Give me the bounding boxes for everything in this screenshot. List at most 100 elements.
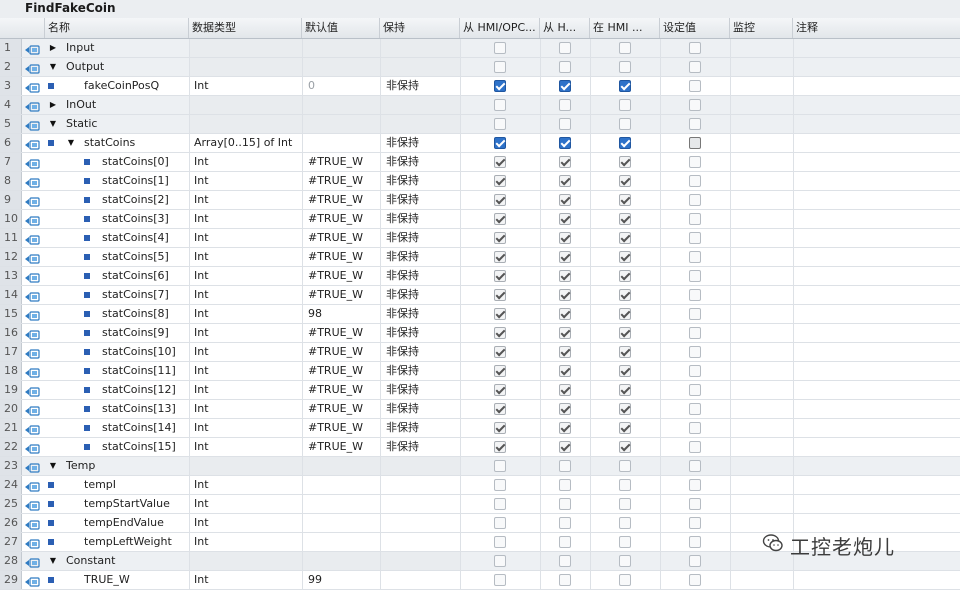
data-type-cell[interactable] [189,96,302,114]
variable-name[interactable]: Static [66,115,189,133]
default-value-cell[interactable] [302,96,380,114]
retain-cell[interactable] [380,115,460,133]
table-row[interactable]: 19 statCoins[12] Int #TRUE_W 非保持 [0,381,960,400]
in-hmi-checkbox[interactable] [619,251,631,263]
setpoint-checkbox[interactable] [689,327,701,339]
in-hmi-checkbox[interactable] [619,498,631,510]
from-h-checkbox[interactable] [559,403,571,415]
setpoint-checkbox[interactable] [689,42,701,54]
table-row[interactable]: 23 ▼ Temp [0,457,960,476]
data-type-cell[interactable]: Int [189,362,302,380]
setpoint-checkbox[interactable] [689,232,701,244]
default-value-cell[interactable]: #TRUE_W [302,210,380,228]
in-hmi-checkbox[interactable] [619,42,631,54]
comment-cell[interactable] [793,58,960,76]
setpoint-checkbox[interactable] [689,517,701,529]
retain-cell[interactable]: 非保持 [380,153,460,171]
variable-name[interactable]: statCoins[6] [102,267,189,285]
retain-cell[interactable]: 非保持 [380,400,460,418]
retain-cell[interactable]: 非保持 [380,324,460,342]
in-hmi-checkbox[interactable] [619,99,631,111]
variable-name[interactable]: tempEndValue [84,514,189,532]
retain-cell[interactable] [380,457,460,475]
hmi-opc-checkbox[interactable] [494,403,506,415]
from-h-checkbox[interactable] [559,175,571,187]
variable-name[interactable]: Output [66,58,189,76]
header-hmi-opc[interactable]: 从 HMI/OPC... [460,18,540,38]
header-monitor[interactable]: 监控 [730,18,793,38]
data-type-cell[interactable]: Int [189,400,302,418]
setpoint-checkbox[interactable] [689,346,701,358]
comment-cell[interactable] [793,400,960,418]
data-type-cell[interactable]: Int [189,153,302,171]
variable-name[interactable]: statCoins[1] [102,172,189,190]
chevron-down-icon[interactable]: ▼ [48,58,58,76]
hmi-opc-checkbox[interactable] [494,422,506,434]
comment-cell[interactable] [793,419,960,437]
table-row[interactable]: 1 ▶ Input [0,39,960,58]
setpoint-checkbox[interactable] [689,137,701,149]
variable-name[interactable]: statCoins[10] [102,343,189,361]
comment-cell[interactable] [793,248,960,266]
hmi-opc-checkbox[interactable] [494,175,506,187]
setpoint-checkbox[interactable] [689,194,701,206]
default-value-cell[interactable]: 98 [302,305,380,323]
header-comment[interactable]: 注释 [793,18,960,38]
retain-cell[interactable]: 非保持 [380,419,460,437]
variable-name[interactable]: statCoins[8] [102,305,189,323]
default-value-cell[interactable]: #TRUE_W [302,286,380,304]
hmi-opc-checkbox[interactable] [494,251,506,263]
setpoint-checkbox[interactable] [689,175,701,187]
table-row[interactable]: 5 ▼ Static [0,115,960,134]
table-row[interactable]: 11 statCoins[4] Int #TRUE_W 非保持 [0,229,960,248]
from-h-checkbox[interactable] [559,384,571,396]
hmi-opc-checkbox[interactable] [494,574,506,586]
setpoint-checkbox[interactable] [689,574,701,586]
variable-name[interactable]: statCoins[7] [102,286,189,304]
table-row[interactable]: 29 TRUE_W Int 99 [0,571,960,590]
retain-cell[interactable] [380,514,460,532]
in-hmi-checkbox[interactable] [619,61,631,73]
data-type-cell[interactable]: Int [189,419,302,437]
default-value-cell[interactable] [302,115,380,133]
data-type-cell[interactable]: Int [189,191,302,209]
setpoint-checkbox[interactable] [689,536,701,548]
comment-cell[interactable] [793,39,960,57]
default-value-cell[interactable]: #TRUE_W [302,438,380,456]
from-h-checkbox[interactable] [559,251,571,263]
retain-cell[interactable]: 非保持 [380,286,460,304]
header-setpoint[interactable]: 设定值 [660,18,730,38]
variable-name[interactable]: tempStartValue [84,495,189,513]
retain-cell[interactable]: 非保持 [380,362,460,380]
setpoint-checkbox[interactable] [689,365,701,377]
data-type-cell[interactable] [189,115,302,133]
variable-name[interactable]: statCoins[15] [102,438,189,456]
in-hmi-checkbox[interactable] [619,118,631,130]
in-hmi-checkbox[interactable] [619,365,631,377]
retain-cell[interactable]: 非保持 [380,172,460,190]
setpoint-checkbox[interactable] [689,99,701,111]
data-type-cell[interactable]: ≡ [189,552,302,570]
default-value-cell[interactable]: #TRUE_W [302,229,380,247]
comment-cell[interactable] [793,305,960,323]
table-row[interactable]: 13 statCoins[6] Int #TRUE_W 非保持 [0,267,960,286]
default-value-cell[interactable]: 0 [302,77,380,95]
from-h-checkbox[interactable] [559,118,571,130]
data-type-cell[interactable]: Int [189,267,302,285]
default-value-cell[interactable] [302,39,380,57]
default-value-cell[interactable] [302,58,380,76]
retain-cell[interactable] [380,58,460,76]
variable-name[interactable]: statCoins[0] [102,153,189,171]
retain-cell[interactable]: ▼ [380,552,460,570]
chevron-down-icon[interactable]: ▼ [48,457,58,475]
variable-name[interactable]: statCoins[11] [102,362,189,380]
from-h-checkbox[interactable] [559,270,571,282]
table-row[interactable]: 7 statCoins[0] Int #TRUE_W 非保持 [0,153,960,172]
data-type-cell[interactable]: Int [189,381,302,399]
from-h-checkbox[interactable] [559,80,571,92]
from-h-checkbox[interactable] [559,346,571,358]
table-row[interactable]: 18 statCoins[11] Int #TRUE_W 非保持 [0,362,960,381]
default-value-cell[interactable] [302,457,380,475]
default-value-cell[interactable]: 99 [302,571,380,589]
chevron-down-icon[interactable]: ▼ [66,134,76,152]
